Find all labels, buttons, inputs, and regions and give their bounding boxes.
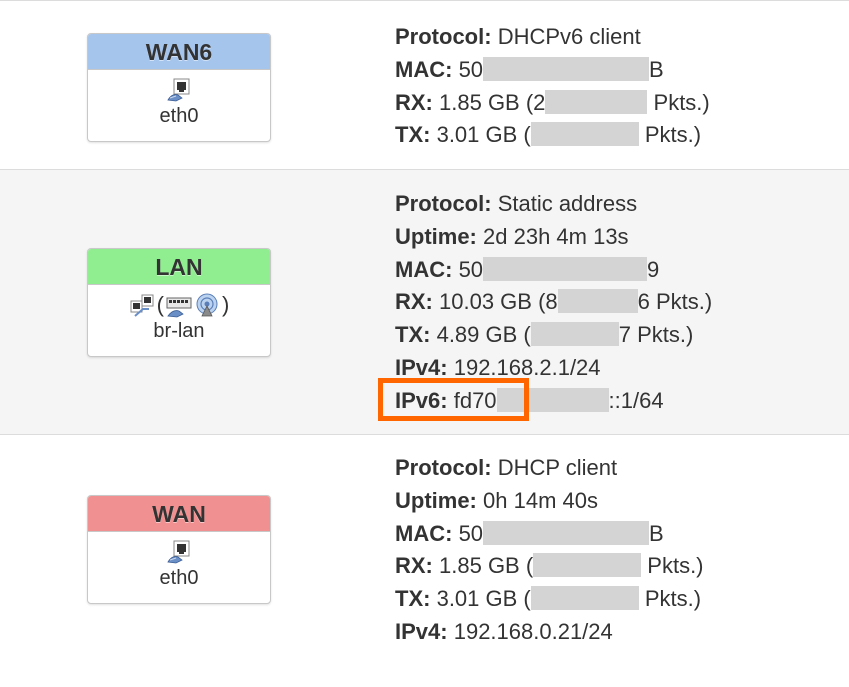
info-label: MAC: — [395, 256, 453, 282]
info-label: TX: — [395, 586, 431, 612]
info-value-prefix: 1.85 GB ( — [439, 553, 534, 579]
info-label: IPv4: — [395, 354, 448, 380]
redaction-block — [496, 387, 609, 412]
info-value: DHCPv6 client — [497, 24, 641, 49]
redaction-block — [557, 289, 638, 314]
info-value-prefix: 3.01 GB ( — [436, 122, 531, 148]
interface-badge-wan[interactable]: WAN eth0 — [87, 495, 271, 604]
info-protocol: Protocol: DHCPv6 client — [395, 21, 710, 54]
wireless-icon — [196, 293, 218, 317]
info-label: Protocol: — [395, 24, 492, 49]
info-value-suffix: B — [649, 520, 664, 546]
info-rx: RX: 1.85 GB ( Pkts.) — [395, 550, 704, 583]
info-value-suffix: 9 — [647, 256, 660, 282]
paren-close: ) — [222, 292, 230, 317]
info-tx: TX: 3.01 GB ( Pkts.) — [395, 119, 710, 152]
info-label: RX: — [395, 553, 433, 579]
interface-row-wan: WAN eth0 Protocol: DHCP client Uptime: 0… — [0, 434, 849, 687]
info-value-prefix: 4.89 GB ( — [436, 322, 531, 348]
info-protocol: Protocol: Static address — [395, 188, 712, 221]
paren-open: ( — [156, 292, 164, 317]
info-value-prefix: 3.01 GB ( — [436, 586, 531, 612]
redaction-block — [545, 89, 648, 114]
info-label: MAC: — [395, 56, 453, 82]
info-value-prefix: 10.03 GB (8 — [439, 289, 558, 315]
redaction-block — [483, 256, 648, 281]
info-value-suffix: Pkts.) — [638, 586, 702, 612]
info-value-suffix: 6 Pkts.) — [637, 289, 713, 315]
info-label: IPv6: — [395, 387, 448, 413]
info-value-prefix: 50 — [458, 56, 484, 82]
interface-badge-wan6[interactable]: WAN6 eth0 — [87, 33, 271, 142]
info-label: RX: — [395, 289, 433, 315]
info-value: Static address — [497, 191, 638, 216]
bridge-icon — [130, 294, 154, 317]
redaction-block — [483, 520, 650, 545]
info-ipv6: IPv6: fd70::1/64 — [395, 385, 712, 418]
info-value-suffix: Pkts.) — [641, 553, 704, 579]
info-uptime: Uptime: 2d 23h 4m 13s — [395, 221, 712, 254]
info-label: TX: — [395, 322, 431, 348]
info-label: Uptime: — [395, 487, 477, 513]
ethernet-port-icon — [167, 78, 190, 102]
info-value-suffix: Pkts.) — [638, 122, 702, 148]
info-rx: RX: 1.85 GB (2 Pkts.) — [395, 87, 710, 120]
interface-name: LAN — [88, 249, 270, 285]
info-label: Protocol: — [395, 455, 492, 480]
info-label: TX: — [395, 122, 431, 148]
interface-name: WAN — [88, 496, 270, 532]
info-mac: MAC: 50 B — [395, 54, 710, 87]
interface-row-lan: LAN () br-lan Protocol: Static address … — [0, 169, 849, 434]
info-value-prefix: fd70 — [453, 387, 497, 413]
info-label: RX: — [395, 89, 433, 115]
info-value: 192.168.0.21/24 — [453, 618, 613, 644]
info-tx: TX: 4.89 GB ( 7 Pkts.) — [395, 319, 712, 352]
info-mac: MAC: 50 B — [395, 518, 704, 551]
redaction-block — [483, 56, 650, 81]
info-value-suffix: 7 Pkts.) — [618, 322, 694, 348]
info-value: 0h 14m 40s — [483, 487, 598, 513]
interface-info-lan: Protocol: Static address Uptime: 2d 23h … — [395, 188, 712, 418]
info-protocol: Protocol: DHCP client — [395, 452, 704, 485]
info-label: Uptime: — [395, 223, 477, 249]
info-ipv4: IPv4: 192.168.0.21/24 — [395, 616, 704, 649]
interface-device: br-lan — [153, 320, 205, 342]
info-value-prefix: 50 — [458, 520, 484, 546]
switch-icon — [166, 297, 192, 318]
interface-row-wan6: WAN6 eth0 Protocol: DHCPv6 client MAC: 5… — [0, 0, 849, 169]
info-mac: MAC: 50 9 — [395, 254, 712, 287]
redaction-block — [530, 122, 639, 147]
info-tx: TX: 3.01 GB ( Pkts.) — [395, 583, 704, 616]
info-uptime: Uptime: 0h 14m 40s — [395, 485, 704, 518]
redaction-block — [530, 586, 639, 611]
info-label: Protocol: — [395, 191, 492, 216]
info-value: 192.168.2.1/24 — [453, 354, 601, 380]
info-value-suffix: Pkts.) — [647, 89, 710, 115]
info-value-prefix: 50 — [458, 256, 484, 282]
interface-device: eth0 — [159, 567, 199, 589]
interface-name: WAN6 — [88, 34, 270, 70]
interface-badge-lan[interactable]: LAN () br-lan — [87, 248, 271, 357]
info-ipv4: IPv4: 192.168.2.1/24 — [395, 352, 712, 385]
interface-info-wan6: Protocol: DHCPv6 client MAC: 50 B RX: 1.8… — [395, 21, 710, 152]
interface-info-wan: Protocol: DHCP client Uptime: 0h 14m 40s… — [395, 452, 704, 649]
ethernet-port-icon — [167, 540, 190, 564]
info-value-suffix: ::1/64 — [608, 387, 664, 413]
info-value-prefix: 1.85 GB (2 — [439, 89, 546, 115]
info-value: 2d 23h 4m 13s — [483, 223, 629, 249]
info-value-suffix: B — [649, 56, 664, 82]
info-label: MAC: — [395, 520, 453, 546]
info-rx: RX: 10.03 GB (8 6 Pkts.) — [395, 286, 712, 319]
redaction-block — [530, 322, 619, 347]
info-label: IPv4: — [395, 618, 448, 644]
interface-device: eth0 — [159, 105, 199, 127]
redaction-block — [533, 553, 642, 578]
info-value: DHCP client — [497, 455, 618, 480]
